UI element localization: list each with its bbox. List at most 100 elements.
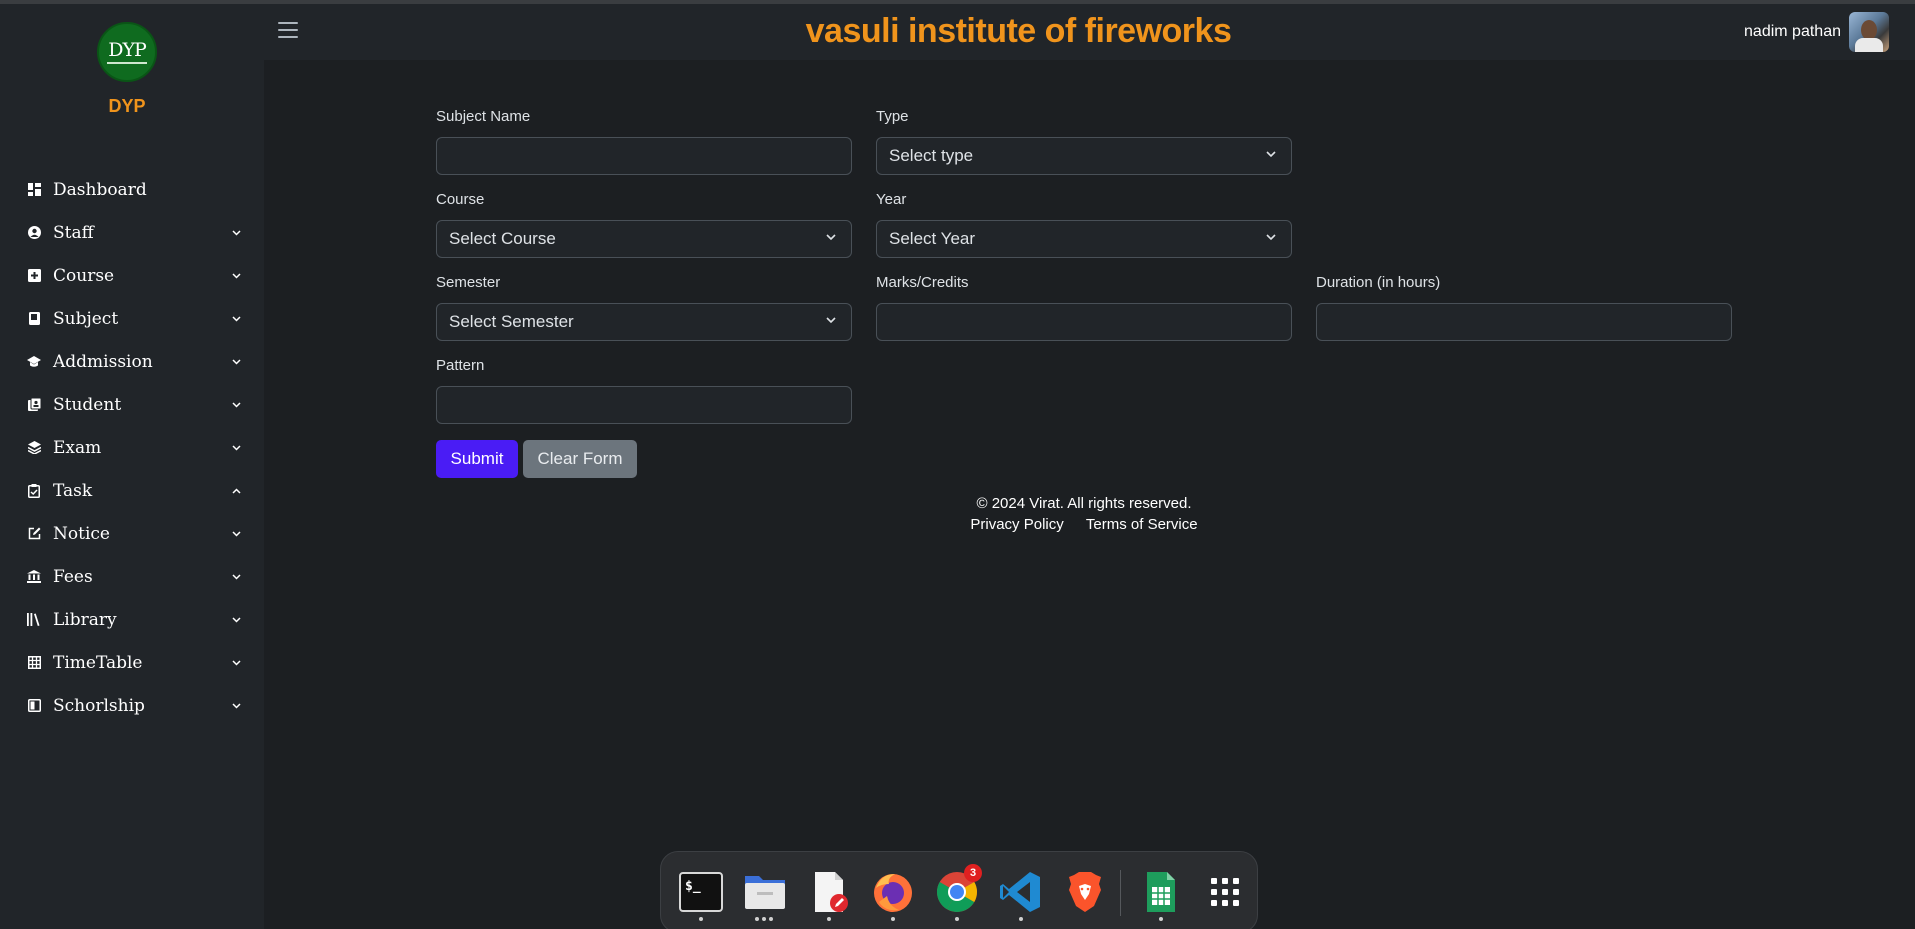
pattern-label: Pattern [436,357,485,374]
pattern-input[interactable] [436,386,852,424]
brand: DYP DYP [0,22,254,117]
sidebar-item-label: Fees [53,566,93,587]
sidebar-item-timetable[interactable]: TimeTable [0,641,264,684]
copyright-text: © 2024 Virat. All rights reserved. [976,495,1192,512]
sidebar-nav: Dashboard Staff Course Subject Addmissio… [0,168,264,727]
book-open-icon [27,699,41,713]
running-indicator [755,917,773,921]
chevron-down-icon [1266,234,1276,241]
bank-icon [27,570,41,584]
chevron-down-icon [232,528,241,540]
sidebar-item-subject[interactable]: Subject [0,297,264,340]
chevron-down-icon [232,614,241,626]
sidebar: DYP DYP Dashboard Staff Course Subject A… [0,4,264,929]
type-select[interactable]: Select type [876,137,1292,175]
sidebar-item-label: TimeTable [53,652,143,673]
sidebar-item-fees[interactable]: Fees [0,555,264,598]
semester-selected-value: Select Semester [449,312,574,331]
chevron-down-icon [232,313,241,325]
chevron-down-icon [1266,151,1276,158]
chevron-up-icon [232,485,241,497]
brand-logo[interactable]: DYP [97,22,157,82]
semester-select[interactable]: Select Semester [436,303,852,341]
running-indicator [827,917,831,921]
brave-icon[interactable] [1063,870,1107,914]
vscode-icon[interactable] [999,870,1043,914]
table-icon [27,656,41,670]
layers-icon [27,441,41,455]
course-selected-value: Select Course [449,229,556,248]
year-selected-value: Select Year [889,229,976,248]
sidebar-item-schorlship[interactable]: Schorlship [0,684,264,727]
student-list-icon [27,398,41,412]
sidebar-item-dashboard[interactable]: Dashboard [0,168,264,211]
course-select[interactable]: Select Course [436,220,852,258]
sidebar-item-task[interactable]: Task [0,469,264,512]
terminal-icon[interactable]: $_ [679,870,723,914]
year-label: Year [876,191,907,208]
sidebar-item-label: Task [53,480,93,501]
brand-logo-text: DYP [108,38,147,61]
taskbar-dock: $_ 3 [660,851,1258,929]
running-indicator [891,917,895,921]
year-select[interactable]: Select Year [876,220,1292,258]
spreadsheet-icon[interactable] [1139,870,1183,914]
chevron-down-icon [232,227,241,239]
chevron-down-icon [232,270,241,282]
sidebar-item-label: Notice [53,523,110,544]
subject-name-label: Subject Name [436,108,531,125]
duration-label: Duration (in hours) [1316,274,1441,291]
chevron-down-icon [232,442,241,454]
sidebar-item-exam[interactable]: Exam [0,426,264,469]
top-header: vasuli institute of fireworks nadim path… [264,4,1915,60]
subject-name-input[interactable] [436,137,852,175]
sidebar-item-label: Student [53,394,122,415]
sidebar-item-label: Library [53,609,117,630]
running-indicator [699,917,703,921]
chevron-down-icon [232,356,241,368]
files-icon[interactable] [743,870,787,914]
chrome-notification-badge: 3 [964,864,982,882]
brand-name: DYP [108,96,146,116]
duration-input[interactable] [1316,303,1732,341]
dock-separator [1120,870,1121,916]
avatar[interactable] [1849,12,1889,52]
person-icon [27,226,41,240]
user-name[interactable]: nadim pathan [1744,23,1841,41]
sidebar-item-student[interactable]: Student [0,383,264,426]
app-grid-icon[interactable] [1203,870,1247,914]
type-label: Type [876,108,909,125]
sidebar-item-library[interactable]: Library [0,598,264,641]
sidebar-item-notice[interactable]: Notice [0,512,264,555]
chevron-down-icon [826,234,836,241]
edit-icon [27,527,41,541]
marks-credits-label: Marks/Credits [876,274,969,291]
library-icon [27,613,41,627]
footer-links: Privacy Policy Terms of Service [880,516,1288,533]
clear-form-button[interactable]: Clear Form [523,440,637,478]
sidebar-item-course[interactable]: Course [0,254,264,297]
dashboard-icon [27,183,41,197]
privacy-policy-link[interactable]: Privacy Policy [970,516,1063,533]
page-title: vasuli institute of fireworks [805,12,1232,50]
plus-square-icon [27,269,41,283]
sidebar-item-label: Schorlship [53,695,145,716]
chevron-down-icon [232,657,241,669]
terms-of-service-link[interactable]: Terms of Service [1086,516,1198,533]
text-editor-icon[interactable] [807,870,851,914]
chevron-down-icon [826,317,836,324]
sidebar-item-addmission[interactable]: Addmission [0,340,264,383]
course-label: Course [436,191,485,208]
sidebar-item-label: Addmission [53,351,153,372]
sidebar-item-label: Dashboard [53,179,147,200]
sidebar-item-label: Exam [53,437,102,458]
semester-label: Semester [436,274,501,291]
graduation-cap-icon [27,355,41,369]
marks-credits-input[interactable] [876,303,1292,341]
sidebar-item-label: Course [53,265,115,286]
book-icon [27,312,41,326]
chevron-down-icon [232,571,241,583]
sidebar-item-staff[interactable]: Staff [0,211,264,254]
firefox-icon[interactable] [871,870,915,914]
submit-button[interactable]: Submit [436,440,518,478]
